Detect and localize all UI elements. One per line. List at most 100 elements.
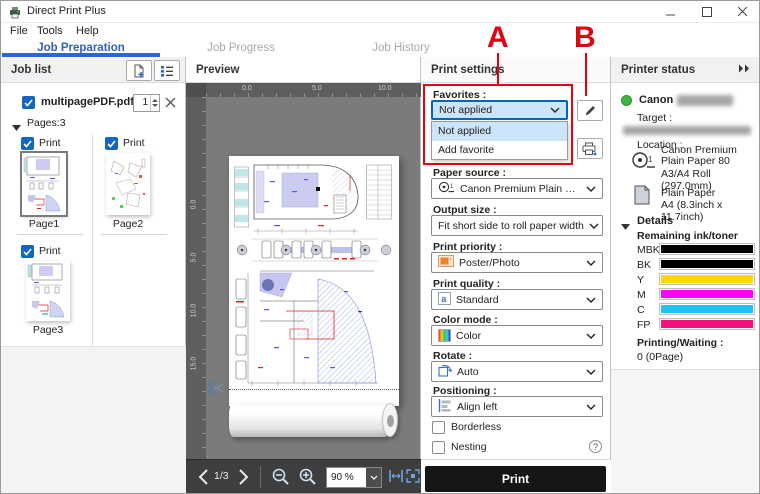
svg-text:1: 1 [648,155,653,164]
chevron-down-icon [589,220,599,232]
ink-level-bar [659,258,755,270]
list-icon [160,65,174,77]
svg-text:1: 1 [450,184,454,190]
next-page-button[interactable] [238,468,249,491]
positioning-value: Align left [457,401,497,413]
positioning-select[interactable]: Align left [431,396,603,417]
toolbar-divider [260,466,261,488]
job-file-name[interactable]: multipagePDF.pdf [41,96,134,108]
ink-level-bar [659,273,755,285]
h-ruler-label: 0.0 [242,85,252,92]
chevron-down-icon [586,401,596,413]
details-collapse-icon[interactable] [621,218,630,236]
sheet-paper-name: Plain Paper [661,187,715,199]
page1-print-checkbox[interactable] [21,137,34,150]
page1-thumbnail[interactable] [22,153,66,215]
borderless-label: Borderless [451,421,501,433]
close-button[interactable] [725,1,760,22]
title-bar: Direct Print Plus [1,1,760,23]
add-job-button[interactable] [126,60,152,81]
scissors-icon [208,381,225,400]
ink-level-bar [659,303,755,315]
h-ruler-label: 10.0 [378,85,392,92]
app-icon [8,5,22,24]
collapse-panel-button[interactable] [738,64,751,76]
zoom-in-button[interactable] [298,467,317,491]
roll-paper-1-icon: 1 [438,181,455,197]
nesting-checkbox[interactable] [432,441,445,454]
print-settings-title: Print settings [431,64,504,76]
page2-caption: Page2 [106,218,150,230]
page2-thumbnail[interactable] [106,153,150,215]
menu-tools[interactable]: Tools [37,25,63,37]
rotate-value: Auto [457,366,479,378]
paper-source-select[interactable]: 1 Canon Premium Plain Paper 80 A3/A4 [431,178,603,199]
pages-collapse-icon[interactable] [12,119,21,137]
printer-status-panel: Printer status Canon Target : Location :… [611,57,760,494]
previous-page-button[interactable] [198,468,209,491]
fit-width-button[interactable] [389,469,403,488]
borderless-checkbox[interactable] [432,421,445,434]
copies-stepper[interactable]: 1 [133,94,160,112]
favorites-value: Not applied [439,104,492,116]
print-button[interactable]: Print [425,466,606,492]
print-priority-select[interactable]: Poster/Photo [431,252,603,273]
output-size-value: Fit short side to roll paper width [438,220,584,232]
printing-waiting-value: 0 (0Page) [637,351,683,363]
paper-roll [229,403,389,437]
edit-favorites-button[interactable] [577,100,603,121]
print-quality-select[interactable]: a Standard [431,289,603,310]
color-mode-select[interactable]: Color [431,325,603,346]
horizontal-ruler: 0.0 5.0 10.0 [206,83,421,97]
print-footer: Print [421,459,611,494]
menu-file[interactable]: File [10,25,28,37]
pencil-icon [584,104,597,117]
fit-page-button[interactable] [406,469,420,488]
pages-count-label: Pages:3 [27,117,66,129]
output-size-select[interactable]: Fit short side to roll paper width [431,215,603,236]
stepper-arrows-icon[interactable] [150,95,159,111]
nesting-help-icon[interactable]: ? [589,440,602,453]
document-drawing [234,161,394,387]
favorites-select[interactable]: Not applied [431,100,568,120]
page3-print-checkbox[interactable] [21,245,34,258]
chevron-down-icon [586,330,596,342]
quality-a-icon: a [438,292,451,308]
details-label[interactable]: Details [637,215,673,227]
vertical-ruler: 0.0 5.0 10.0 15.0 [186,97,206,459]
ink-name: C [637,304,645,316]
v-ruler-label: 5.0 [190,253,197,263]
chevron-down-icon [586,294,596,306]
ink-level-bar [659,318,755,330]
printer-add-icon [582,142,598,156]
ink-level-bar [659,243,755,255]
tab-job-history[interactable]: Job History [321,41,481,57]
favorites-option-not-applied[interactable]: Not applied [432,122,567,141]
rotate-select[interactable]: Auto [431,361,603,382]
list-view-button[interactable] [154,60,180,81]
ink-name: M [637,289,646,301]
menu-help[interactable]: Help [76,25,99,37]
maximize-button[interactable] [689,1,725,22]
menu-bar: File Tools Help [1,23,760,41]
minimize-button[interactable] [653,1,689,22]
register-to-printer-button[interactable] [577,138,603,159]
job-checkbox[interactable] [22,96,35,109]
roll-paper-name: Canon Premium Plain Paper 80 [661,145,756,167]
favorites-option-add-favorite[interactable]: Add favorite [432,141,567,160]
zoom-level-select[interactable]: 90 % [326,467,382,488]
page1-print-label: Print [39,137,61,149]
page2-print-checkbox[interactable] [105,137,118,150]
zoom-out-button[interactable] [271,467,290,491]
page3-thumbnail[interactable] [26,261,70,321]
printer-status-header: Printer status [611,57,760,83]
annotation-b-label: B [574,23,596,53]
print-priority-value: Poster/Photo [459,257,520,269]
printer-name: Canon [639,94,673,106]
tab-job-progress[interactable]: Job Progress [161,41,321,57]
page-indicator: 1/3 [214,470,229,482]
copies-value: 1 [134,95,150,111]
preview-panel: Preview 0.0 5.0 10.0 0.0 5.0 10.0 15.0 [186,57,421,494]
remove-job-button[interactable] [165,95,176,113]
printer-model-redacted [677,95,733,106]
